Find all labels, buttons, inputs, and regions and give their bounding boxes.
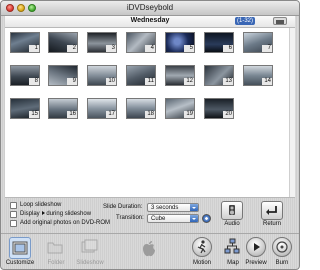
slide-number: 12 <box>184 78 194 85</box>
speaker-icon <box>229 205 235 215</box>
slide-thumbnail[interactable]: 11 <box>126 65 156 86</box>
folder-icon <box>47 242 63 254</box>
slide-number: 17 <box>106 111 116 118</box>
slideshow-header: Wednesday (1-32) <box>5 16 295 28</box>
loop-slideshow-checkbox[interactable] <box>10 202 17 209</box>
idvd-window: iDVDseybold Wednesday (1-32) 1 2 3 4 5 6… <box>0 0 300 270</box>
slideshow-button[interactable] <box>79 237 101 259</box>
audio-label: Audio <box>224 221 240 227</box>
chevron-down-icon <box>190 204 198 211</box>
slide-thumbnail[interactable]: 14 <box>243 65 273 86</box>
slide-thumbnail[interactable]: 6 <box>204 32 234 53</box>
slideshow-icon <box>81 239 98 253</box>
map-icon <box>224 238 240 254</box>
slide-thumbnail[interactable]: 16 <box>48 98 78 119</box>
display-label-suffix: during slideshow <box>46 211 92 217</box>
map-button[interactable] <box>222 237 244 259</box>
slide-number: 13 <box>223 78 233 85</box>
folder-button[interactable] <box>45 237 67 259</box>
display-arrows-label: Display during slideshow <box>20 211 91 218</box>
slide-thumbnail[interactable]: 8 <box>10 65 40 86</box>
slide-number: 6 <box>223 45 233 52</box>
slide-range-badge: (1-32) <box>235 17 256 25</box>
slide-number: 16 <box>67 111 77 118</box>
slide-number: 8 <box>29 78 39 85</box>
arrow-icon <box>42 211 46 215</box>
chevron-down-icon <box>190 215 198 222</box>
slide-number: 20 <box>223 111 233 118</box>
display-label-text: Display <box>20 211 40 217</box>
customize-drawer-icon <box>12 241 28 255</box>
transition-direction-icon[interactable] <box>202 214 211 223</box>
motion-label: Motion <box>192 260 211 266</box>
customize-button[interactable] <box>9 237 31 259</box>
slide-thumbnail[interactable]: 13 <box>204 65 234 86</box>
burn-disc-icon <box>276 241 288 253</box>
slide-thumbnail[interactable]: 19 <box>165 98 195 119</box>
slide-thumbnail[interactable]: 20 <box>204 98 234 119</box>
slide-number: 5 <box>184 45 194 52</box>
slide-thumbnail-grid[interactable]: 1 2 3 4 5 6 7 8 9 10 11 12 13 14 15 16 1… <box>5 28 295 198</box>
transition-select[interactable]: Cube <box>147 214 199 223</box>
slide-thumbnail[interactable]: 1 <box>10 32 40 53</box>
transition-value: Cube <box>151 216 166 222</box>
burn-label: Burn <box>275 260 289 266</box>
slide-thumbnail[interactable]: 18 <box>126 98 156 119</box>
add-original-photos-checkbox[interactable] <box>10 220 17 227</box>
transition-label: Transition: <box>116 215 144 221</box>
slide-number: 15 <box>29 111 39 118</box>
slide-number: 7 <box>262 45 272 52</box>
customize-label: Customize <box>5 260 35 266</box>
slideshow-settings: Loop slideshow Display during slideshow … <box>5 198 295 232</box>
slide-thumbnail[interactable]: 5 <box>165 32 195 53</box>
apple-logo-icon <box>141 240 157 258</box>
slide-thumbnail[interactable]: 12 <box>165 65 195 86</box>
return-arrow-icon <box>266 206 277 215</box>
slide-thumbnail[interactable]: 3 <box>87 32 117 53</box>
add-original-photos-label: Add original photos on DVD-ROM <box>20 220 111 226</box>
slide-number: 19 <box>184 111 194 118</box>
return-button[interactable] <box>261 201 283 220</box>
slide-number: 11 <box>145 78 155 85</box>
play-icon <box>254 243 260 251</box>
slide-thumbnail[interactable]: 2 <box>48 32 78 53</box>
slide-number: 9 <box>67 78 77 85</box>
window-title: iDVDseybold <box>126 3 174 12</box>
motion-button[interactable] <box>192 237 212 257</box>
slide-number: 4 <box>145 45 155 52</box>
bottom-toolbar: Customize Folder Slideshow Motion Map Pr… <box>1 233 299 269</box>
slide-thumbnail[interactable]: 4 <box>126 32 156 53</box>
slide-duration-select[interactable]: 3 seconds <box>147 203 199 212</box>
slide-thumbnail[interactable]: 15 <box>10 98 40 119</box>
return-label: Return <box>262 221 281 227</box>
slide-thumbnail[interactable]: 10 <box>87 65 117 86</box>
title-bar[interactable]: iDVDseybold <box>1 1 299 16</box>
view-toggle-button[interactable] <box>273 17 287 25</box>
slide-number: 14 <box>262 78 272 85</box>
audio-button[interactable] <box>221 201 243 220</box>
folder-label: Folder <box>47 260 65 266</box>
slide-thumbnail[interactable]: 9 <box>48 65 78 86</box>
thumbnail-scrollbar[interactable] <box>289 28 295 197</box>
slide-duration-label: Slide Duration: <box>103 204 143 210</box>
slide-duration-value: 3 seconds <box>151 205 179 211</box>
slide-number: 3 <box>106 45 116 52</box>
loop-slideshow-label: Loop slideshow <box>20 202 62 208</box>
burn-button[interactable] <box>272 237 292 257</box>
slide-number: 2 <box>67 45 77 52</box>
display-arrows-checkbox[interactable] <box>10 211 17 218</box>
slide-thumbnail[interactable]: 17 <box>87 98 117 119</box>
slideshow-label: Slideshow <box>76 260 104 266</box>
slide-number: 18 <box>145 111 155 118</box>
preview-button[interactable] <box>246 237 266 257</box>
slide-thumbnail[interactable]: 7 <box>243 32 273 53</box>
running-figure-icon <box>197 240 206 254</box>
slide-number: 1 <box>29 45 39 52</box>
slide-number: 10 <box>106 78 116 85</box>
